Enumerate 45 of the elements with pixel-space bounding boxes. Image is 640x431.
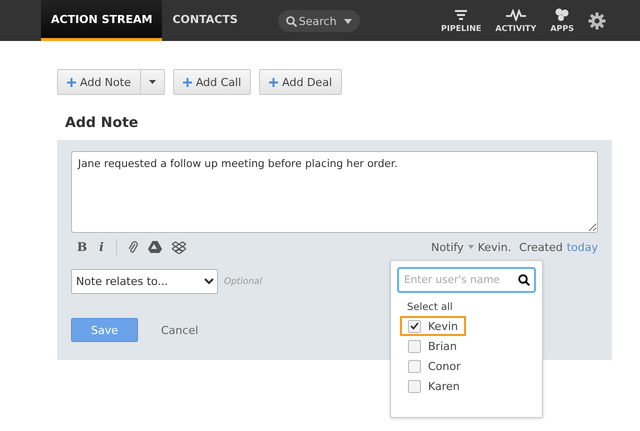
apps-icon: [555, 8, 570, 21]
search-icon: [518, 274, 530, 286]
bold-button[interactable]: B: [71, 240, 94, 254]
user-option[interactable]: Conor: [400, 356, 469, 376]
plus-icon: [67, 78, 76, 86]
notify-recipient: Kevin.: [478, 240, 512, 254]
italic-button[interactable]: i: [93, 240, 110, 254]
app-button[interactable]: PIPELINE: [440, 8, 482, 32]
search-field[interactable]: Search: [278, 10, 360, 32]
dropdown-button[interactable]: [140, 69, 165, 95]
user-option[interactable]: Kevin: [400, 316, 466, 336]
checkbox[interactable]: [408, 360, 421, 372]
add-button[interactable]: Add Note: [57, 69, 141, 95]
plus-icon: [269, 78, 278, 86]
section-heading: Add Note: [65, 115, 140, 133]
checkbox[interactable]: [408, 320, 421, 332]
note-field[interactable]: Jane requested a follow up meeting before placing her order.: [71, 151, 598, 233]
box-icon[interactable]: [172, 240, 186, 254]
notify-label[interactable]: Notify: [431, 240, 464, 254]
relates-dropdown[interactable]: Note relates to...: [71, 269, 218, 294]
user-search-field[interactable]: Enter user's name: [397, 267, 536, 293]
add-button[interactable]: Add Call: [172, 69, 252, 95]
search-icon: [286, 16, 297, 26]
user-option[interactable]: Brian: [400, 336, 465, 356]
app-button[interactable]: APPS: [550, 8, 574, 33]
pulse-icon: [506, 8, 526, 20]
caret-icon: [148, 80, 156, 84]
funnel-icon: [454, 8, 468, 20]
user-option[interactable]: Karen: [400, 376, 468, 396]
triangle-icon[interactable]: [148, 241, 162, 253]
select-all-link[interactable]: Select all: [407, 302, 536, 313]
checkbox[interactable]: [408, 380, 421, 392]
caret-icon: [468, 245, 474, 249]
optional-hint: Optional: [224, 276, 262, 286]
caret-icon: [344, 18, 352, 24]
add-button[interactable]: Add Deal: [259, 69, 342, 95]
cancel-button[interactable]: Cancel: [155, 322, 204, 338]
paperclip-icon[interactable]: [128, 240, 138, 254]
settings-icon[interactable]: [588, 12, 606, 30]
created-label: Created: [519, 240, 563, 254]
checkbox[interactable]: [408, 340, 421, 352]
plus-icon: [182, 78, 192, 86]
nav-tab[interactable]: CONTACTS: [162, 0, 248, 41]
app-button[interactable]: ACTIVITY: [495, 8, 536, 32]
nav-tab[interactable]: ACTION STREAM: [41, 0, 162, 41]
